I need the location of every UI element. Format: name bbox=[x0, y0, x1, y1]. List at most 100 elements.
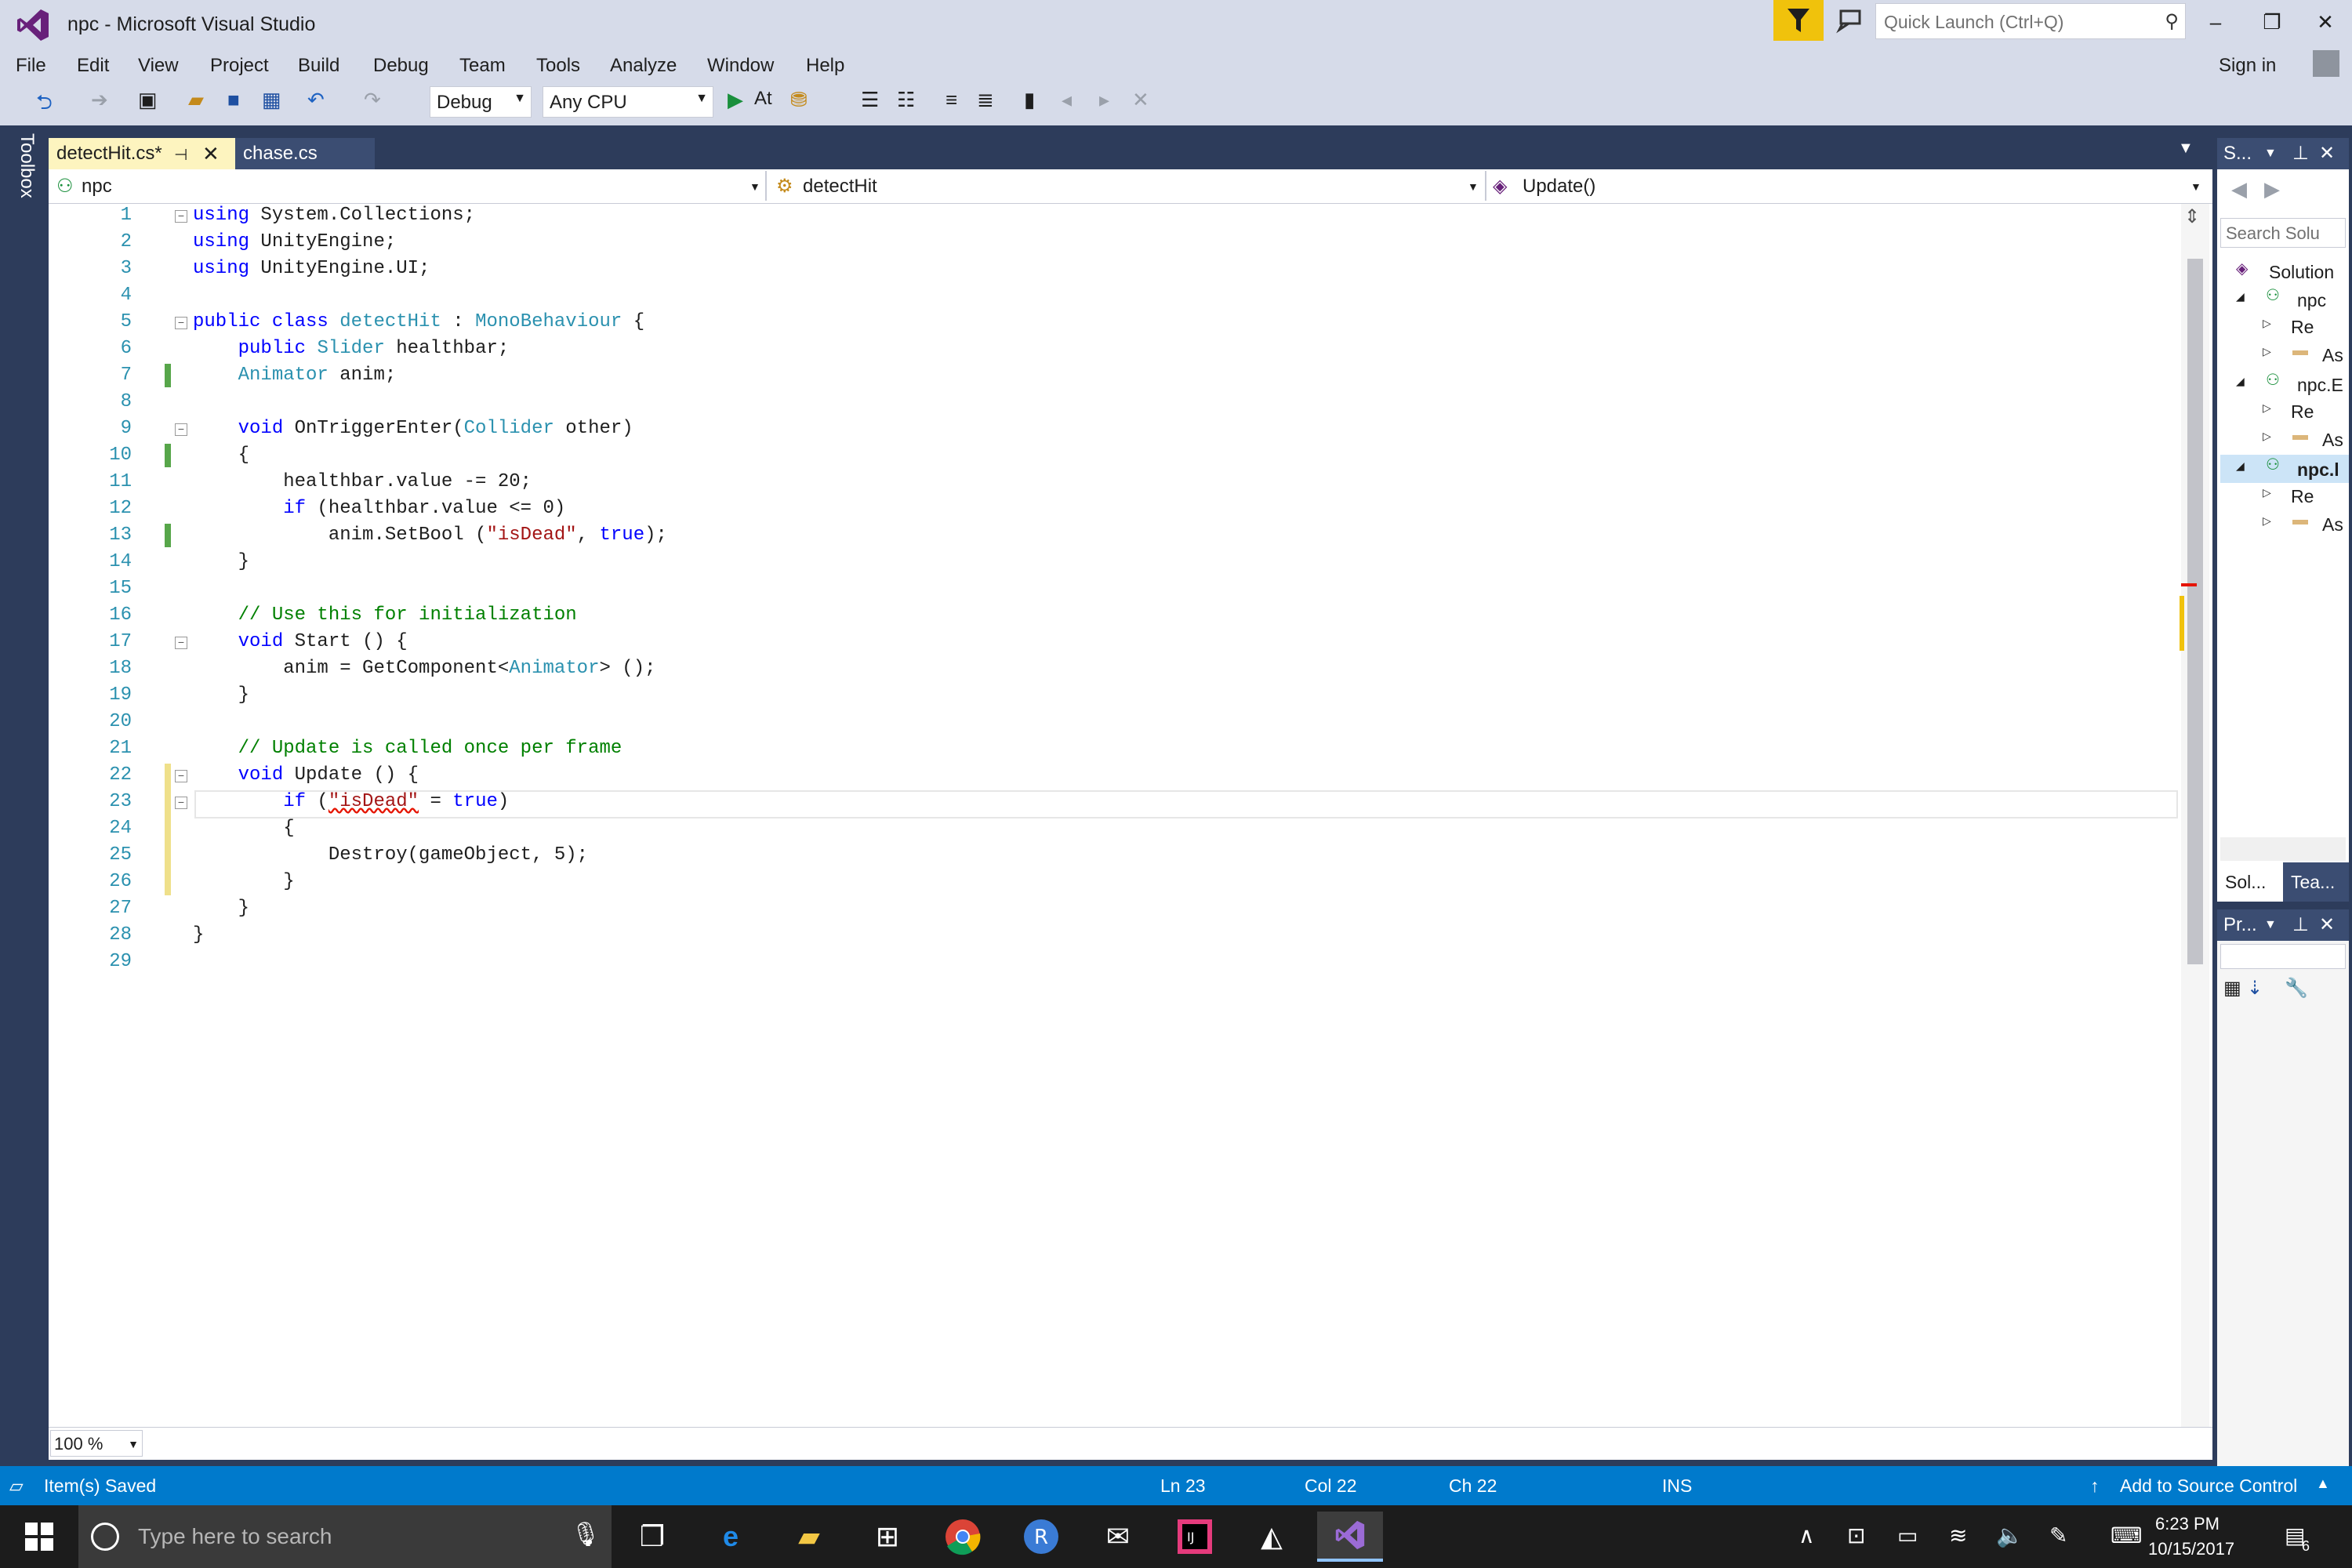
tree-item-references[interactable]: Re bbox=[2291, 398, 2314, 425]
tab-chase-cs[interactable]: chase.cs bbox=[235, 138, 375, 169]
collapse-icon[interactable]: − bbox=[175, 210, 187, 223]
intellij-icon[interactable]: IJ bbox=[1170, 1512, 1220, 1562]
collapse-arrow-icon[interactable]: ▷ bbox=[2263, 514, 2271, 528]
add-to-source-control-button[interactable]: Add to Source Control bbox=[2120, 1475, 2297, 1497]
navigate-forward-icon[interactable]: ➔ bbox=[91, 88, 108, 112]
chevron-down-icon[interactable]: ▼ bbox=[2264, 909, 2277, 941]
chevron-down-icon[interactable]: ▼ bbox=[2264, 138, 2277, 169]
store-icon[interactable]: ⊞ bbox=[862, 1512, 913, 1562]
project-dropdown[interactable]: npc bbox=[82, 171, 112, 202]
split-editor-icon[interactable]: ⇕ bbox=[2184, 205, 2200, 228]
expand-arrow-icon[interactable]: ◢ bbox=[2236, 290, 2245, 303]
forward-icon[interactable]: ▶ bbox=[2264, 177, 2280, 201]
close-button[interactable]: ✕ bbox=[2302, 5, 2349, 39]
menu-window[interactable]: Window bbox=[707, 55, 774, 77]
microphone-icon[interactable]: 🎙 bbox=[571, 1521, 601, 1548]
tree-item-references[interactable]: Re bbox=[2291, 314, 2314, 340]
tree-item-npc-startup[interactable]: npc.l bbox=[2297, 456, 2339, 483]
bookmark-icon[interactable]: ▮ bbox=[1024, 88, 1035, 112]
r-app-icon[interactable]: R bbox=[1016, 1512, 1066, 1562]
indent-icon[interactable]: ☰ bbox=[861, 88, 879, 112]
previous-bookmark-icon[interactable]: ◂ bbox=[1062, 88, 1072, 112]
menu-build[interactable]: Build bbox=[298, 55, 339, 77]
collapse-arrow-icon[interactable]: ▷ bbox=[2263, 486, 2271, 499]
notifications-filter-icon[interactable] bbox=[1773, 0, 1824, 41]
tab-overflow-icon[interactable]: ▼ bbox=[2178, 140, 2194, 158]
member-dropdown[interactable]: Update() bbox=[1523, 171, 1595, 202]
close-tab-icon[interactable]: ✕ bbox=[202, 138, 220, 169]
property-pages-icon[interactable]: 🔧 bbox=[2285, 977, 2308, 1000]
clear-bookmarks-icon[interactable]: ✕ bbox=[1132, 88, 1149, 112]
edge-browser-icon[interactable]: e bbox=[706, 1512, 756, 1562]
navigate-back-icon[interactable]: ⮌ bbox=[36, 88, 53, 122]
tab-solution-explorer[interactable]: Sol... bbox=[2217, 862, 2283, 902]
menu-tools[interactable]: Tools bbox=[536, 55, 580, 77]
quick-launch-input[interactable]: Quick Launch (Ctrl+Q) ⚲ bbox=[1875, 3, 2186, 39]
chevron-up-icon[interactable]: ▲ bbox=[2316, 1475, 2330, 1492]
expand-arrow-icon[interactable]: ◢ bbox=[2236, 375, 2245, 388]
class-dropdown[interactable]: detectHit bbox=[803, 171, 877, 202]
menu-analyze[interactable]: Analyze bbox=[610, 55, 677, 77]
alphabetical-icon[interactable]: ⇣ bbox=[2247, 977, 2263, 1000]
tree-item-solution[interactable]: Solution bbox=[2269, 259, 2334, 285]
pin-tab-icon[interactable]: ⊣ bbox=[174, 140, 187, 171]
collapse-arrow-icon[interactable]: ▷ bbox=[2263, 345, 2271, 358]
battery-icon[interactable]: ▭ bbox=[1897, 1523, 1918, 1548]
chevron-down-icon[interactable]: ▼ bbox=[2190, 171, 2201, 202]
menu-project[interactable]: Project bbox=[210, 55, 269, 77]
error-marker[interactable] bbox=[2181, 583, 2197, 586]
tab-team-explorer[interactable]: Tea... bbox=[2283, 862, 2349, 902]
categorized-icon[interactable]: ▦ bbox=[2223, 977, 2241, 1000]
scrollbar-thumb[interactable] bbox=[2187, 259, 2203, 964]
undo-icon[interactable]: ↶ bbox=[307, 88, 325, 112]
close-icon[interactable]: ✕ bbox=[2319, 138, 2335, 169]
task-view-icon[interactable]: ❐ bbox=[627, 1512, 677, 1562]
menu-file[interactable]: File bbox=[16, 55, 46, 77]
save-icon[interactable]: ■ bbox=[227, 88, 240, 112]
redo-icon[interactable]: ↷ bbox=[364, 88, 381, 112]
comment-icon[interactable]: ≡ bbox=[946, 88, 957, 112]
start-debugging-label[interactable]: At bbox=[754, 88, 772, 110]
open-file-icon[interactable]: ▰ bbox=[188, 88, 204, 112]
expand-arrow-icon[interactable]: ◢ bbox=[2236, 459, 2245, 473]
collapse-icon[interactable]: − bbox=[175, 317, 187, 329]
pin-icon[interactable]: ⊥ bbox=[2292, 138, 2309, 169]
uncomment-icon[interactable]: ≣ bbox=[977, 88, 994, 112]
collapse-icon[interactable]: − bbox=[175, 770, 187, 782]
tree-item-assets[interactable]: As bbox=[2322, 426, 2343, 453]
collapse-icon[interactable]: − bbox=[175, 797, 187, 809]
properties-object-dropdown[interactable] bbox=[2220, 944, 2346, 969]
new-project-icon[interactable]: ▣ bbox=[138, 88, 158, 112]
chevron-down-icon[interactable]: ▼ bbox=[750, 171, 760, 202]
solution-configuration-dropdown[interactable]: Debug ▼ bbox=[430, 86, 532, 118]
menu-team[interactable]: Team bbox=[459, 55, 506, 77]
visual-studio-taskbar-icon[interactable] bbox=[1317, 1512, 1383, 1562]
back-icon[interactable]: ◀ bbox=[2231, 177, 2247, 201]
mail-icon[interactable]: ✉ bbox=[1093, 1512, 1143, 1562]
show-hidden-icons-icon[interactable]: ∧ bbox=[1798, 1523, 1815, 1548]
sign-in-link[interactable]: Sign in bbox=[2219, 55, 2276, 77]
find-in-files-icon[interactable]: ⛃ bbox=[790, 88, 808, 112]
menu-view[interactable]: View bbox=[138, 55, 179, 77]
tree-item-npc-editor[interactable]: npc.E bbox=[2297, 372, 2343, 398]
pin-icon[interactable]: ⊥ bbox=[2292, 909, 2309, 941]
solution-platform-dropdown[interactable]: Any CPU ▼ bbox=[543, 86, 713, 118]
tree-item-assets[interactable]: As bbox=[2322, 511, 2343, 538]
feedback-icon[interactable] bbox=[1835, 6, 1866, 34]
touch-keyboard-icon[interactable]: ⌨ bbox=[2111, 1523, 2142, 1548]
collapse-arrow-icon[interactable]: ▷ bbox=[2263, 430, 2271, 443]
menu-edit[interactable]: Edit bbox=[77, 55, 109, 77]
file-explorer-icon[interactable]: ▰ bbox=[784, 1512, 834, 1562]
chrome-icon[interactable] bbox=[938, 1512, 988, 1562]
collapse-arrow-icon[interactable]: ▷ bbox=[2263, 317, 2271, 330]
menu-help[interactable]: Help bbox=[806, 55, 844, 77]
solution-search-input[interactable]: Search Solu bbox=[2220, 218, 2346, 248]
start-button[interactable] bbox=[14, 1512, 64, 1562]
collapse-icon[interactable]: − bbox=[175, 637, 187, 649]
menu-debug[interactable]: Debug bbox=[373, 55, 429, 77]
chevron-down-icon[interactable]: ▼ bbox=[1468, 171, 1479, 202]
collapse-arrow-icon[interactable]: ▷ bbox=[2263, 401, 2271, 415]
zoom-dropdown[interactable]: 100 % ▼ bbox=[50, 1430, 143, 1457]
restore-button[interactable]: ❐ bbox=[2249, 5, 2296, 39]
account-avatar-icon[interactable] bbox=[2313, 50, 2339, 77]
